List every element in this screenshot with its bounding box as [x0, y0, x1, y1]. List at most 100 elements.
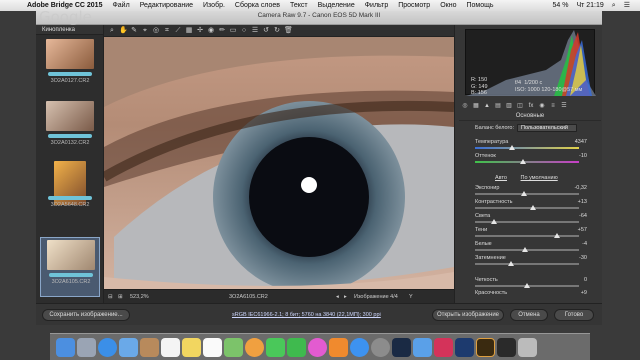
workflow-options-link[interactable]: sRGB IEC61966-2.1; 8 бит; 5760 на 3840 (… — [232, 312, 381, 318]
notes-icon[interactable] — [182, 337, 201, 357]
facetime-icon[interactable] — [287, 337, 306, 357]
slider-whites[interactable]: Белые -4 — [475, 241, 593, 255]
slider-temperature[interactable]: Температура 4347 — [475, 139, 593, 153]
auto-link[interactable]: Авто — [495, 175, 507, 181]
trash-icon[interactable] — [518, 337, 537, 357]
filmstrip-thumb-1[interactable]: 3O2A0127.CR2 — [40, 37, 100, 97]
menu-item-window[interactable]: Окно — [435, 0, 461, 11]
cancel-button[interactable]: Отмена — [510, 309, 548, 321]
slider-value[interactable]: -64 — [579, 213, 587, 219]
rotate-right-icon[interactable]: ↻ — [273, 27, 281, 35]
slider-track[interactable] — [475, 235, 579, 237]
menu-item-help[interactable]: Помощь — [461, 0, 498, 11]
red-eye-icon[interactable]: ◉ — [207, 27, 215, 35]
photoshop-icon[interactable] — [392, 337, 411, 357]
slider-value[interactable]: -4 — [582, 241, 587, 247]
target-adjust-icon[interactable]: ◎ — [152, 27, 160, 35]
calendar-icon[interactable] — [161, 337, 180, 357]
transform-icon[interactable]: ▦ — [185, 27, 193, 35]
ibooks-icon[interactable] — [329, 337, 348, 357]
slider-track[interactable] — [475, 147, 579, 149]
slider-value[interactable]: 0 — [584, 277, 587, 283]
safari-icon[interactable] — [98, 337, 117, 357]
slider-value[interactable]: -10 — [579, 153, 587, 159]
finder2-icon[interactable] — [413, 337, 432, 357]
menu-item-image[interactable]: Изобр. — [198, 0, 230, 11]
preferences-icon[interactable] — [371, 337, 390, 357]
menu-item-select[interactable]: Выделение — [313, 0, 360, 11]
list-icon[interactable]: ☰ — [620, 0, 634, 11]
tab-presets-icon[interactable]: ≡ — [549, 102, 557, 110]
bridge-icon[interactable] — [476, 337, 495, 357]
slider-knob[interactable] — [521, 247, 528, 252]
wb-tool-icon[interactable]: ✎ — [130, 27, 138, 35]
photoshop2-icon[interactable] — [455, 337, 474, 357]
slider-clarity[interactable]: Четкость 0 — [475, 277, 593, 291]
slider-value[interactable]: +57 — [578, 227, 587, 233]
tab-effects-icon[interactable]: fx — [527, 102, 535, 110]
zoom-out-button[interactable]: ⊟ — [108, 294, 113, 300]
done-button[interactable]: Готово — [554, 309, 594, 321]
slider-exposure[interactable]: Экспонир -0,32 — [475, 185, 593, 199]
slider-track[interactable] — [475, 161, 579, 163]
color-sampler-icon[interactable]: ⌖ — [141, 27, 149, 35]
preferences-icon[interactable]: ☰ — [251, 27, 259, 35]
slider-blacks[interactable]: Затемнение -30 — [475, 255, 593, 269]
slider-shadows[interactable]: Тени +57 — [475, 227, 593, 241]
screen-icon[interactable] — [497, 337, 516, 357]
menu-item-filter[interactable]: Фильтр — [360, 0, 394, 11]
slider-value[interactable]: -30 — [579, 255, 587, 261]
menu-item-edit[interactable]: Редактирование — [135, 0, 198, 11]
open-image-button[interactable]: Открыть изображение — [432, 309, 504, 321]
graduated-filter-icon[interactable]: ▭ — [229, 27, 237, 35]
appstore-icon[interactable] — [350, 337, 369, 357]
zoom-in-button[interactable]: ⊞ — [118, 294, 123, 300]
slider-highlights[interactable]: Света -64 — [475, 213, 593, 227]
reminders-icon[interactable] — [203, 337, 222, 357]
slider-knob[interactable] — [520, 191, 527, 196]
slider-knob[interactable] — [519, 159, 526, 164]
slider-knob[interactable] — [509, 145, 516, 150]
spot-removal-icon[interactable]: ✢ — [196, 27, 204, 35]
search-icon[interactable]: ⌕ — [608, 0, 620, 11]
hand-tool-icon[interactable]: ✋ — [119, 27, 128, 35]
finder-icon[interactable] — [56, 337, 75, 357]
rotate-left-icon[interactable]: ↺ — [262, 27, 270, 35]
filmstrip-thumb-4[interactable]: 3O2A6105.CR2 — [40, 237, 100, 297]
slider-tint[interactable]: Оттенок -10 — [475, 153, 593, 167]
slider-knob[interactable] — [508, 261, 515, 266]
indesign-icon[interactable] — [434, 337, 453, 357]
save-image-button[interactable]: Сохранить изображение... — [42, 309, 130, 321]
clock[interactable]: Чт 21:19 — [572, 0, 607, 11]
slider-vibrance[interactable]: Красочность +9 — [475, 290, 593, 302]
default-link[interactable]: По умолчанию — [521, 175, 558, 181]
prev-image-icon[interactable]: ◂ — [336, 294, 339, 300]
maps-icon[interactable] — [224, 337, 243, 357]
itunes-icon[interactable] — [308, 337, 327, 357]
tab-lens-icon[interactable]: ◫ — [516, 102, 524, 110]
slider-knob[interactable] — [490, 219, 497, 224]
slider-value[interactable]: +13 — [578, 199, 587, 205]
contacts-icon[interactable] — [140, 337, 159, 357]
slider-knob[interactable] — [524, 283, 530, 288]
menu-item-layers[interactable]: Сборка слоев — [230, 0, 285, 11]
tab-camera-calibration-icon[interactable]: ◉ — [538, 102, 546, 110]
slider-value[interactable]: 4347 — [575, 139, 587, 145]
menu-item-text[interactable]: Текст — [285, 0, 313, 11]
straighten-icon[interactable]: ⟋ — [174, 27, 182, 35]
slider-knob[interactable] — [554, 233, 561, 238]
launchpad-icon[interactable] — [77, 337, 96, 357]
tab-snapshots-icon[interactable]: ☰ — [560, 102, 568, 110]
adjustment-brush-icon[interactable]: ✏ — [218, 27, 226, 35]
menu-item-file[interactable]: Файл — [107, 0, 134, 11]
tab-split-tone-icon[interactable]: ▥ — [505, 102, 513, 110]
slider-track[interactable] — [475, 263, 579, 265]
white-balance-select[interactable]: Пользовательский — [517, 124, 577, 132]
menu-item-view[interactable]: Просмотр — [393, 0, 435, 11]
before-after-icon[interactable]: Y — [409, 294, 413, 300]
messages-icon[interactable] — [266, 337, 285, 357]
next-image-icon[interactable]: ▸ — [344, 294, 347, 300]
filmstrip-thumb-2[interactable]: 3O2A0132.CR2 — [40, 99, 100, 159]
battery-status[interactable]: 54 % — [548, 0, 572, 11]
slider-value[interactable]: +9 — [581, 290, 587, 296]
